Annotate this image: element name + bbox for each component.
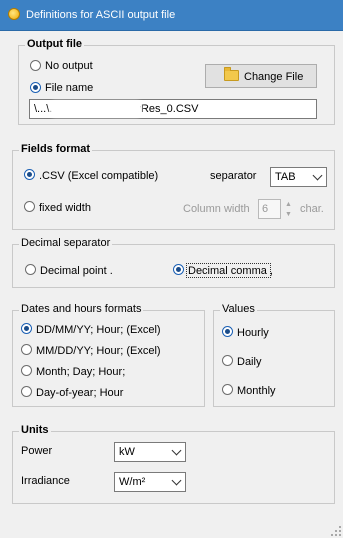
irradiance-select[interactable]: W/m²	[114, 472, 186, 492]
output-file-legend: Output file	[25, 38, 84, 50]
values-legend: Values	[220, 303, 257, 315]
chevron-down-icon	[171, 445, 182, 456]
app-sun-icon	[8, 8, 20, 20]
decimal-separator-legend: Decimal separator	[19, 237, 113, 249]
separator-label: separator	[210, 170, 257, 182]
values-radio-hourly[interactable]	[222, 326, 233, 337]
chevron-down-icon	[312, 170, 323, 181]
date-format-radio-ddmmyy[interactable]	[21, 323, 32, 334]
fields-format-legend: Fields format	[19, 143, 93, 155]
folder-icon	[224, 67, 239, 81]
fixed-width-radio[interactable]	[24, 201, 35, 212]
change-file-button[interactable]: Change File	[205, 64, 317, 88]
decimal-point-radio[interactable]	[25, 264, 36, 275]
irradiance-label: Irradiance	[21, 475, 70, 487]
power-label: Power	[21, 445, 53, 457]
file-name-label[interactable]: File name	[45, 82, 93, 94]
spin-down-icon[interactable]: ▼	[285, 211, 292, 218]
resize-grip-icon[interactable]	[331, 526, 341, 536]
window-title: Definitions for ASCII output file	[26, 9, 176, 21]
date-format-label-day-of-year[interactable]: Day-of-year; Hour	[36, 387, 123, 399]
fixed-width-label[interactable]: fixed width	[39, 202, 91, 214]
file-name-radio[interactable]	[30, 82, 41, 93]
csv-label[interactable]: .CSV (Excel compatible)	[39, 170, 158, 182]
separator-select[interactable]: TAB	[270, 167, 327, 187]
decimal-comma-label[interactable]: Decimal comma ,	[188, 265, 273, 277]
values-label-daily[interactable]: Daily	[237, 356, 261, 368]
char-label: char.	[300, 203, 324, 215]
date-format-radio-month-day[interactable]	[21, 365, 32, 376]
date-format-radio-day-of-year[interactable]	[21, 386, 32, 397]
values-radio-daily[interactable]	[222, 355, 233, 366]
spin-up-icon[interactable]: ▲	[285, 201, 292, 208]
separator-value: TAB	[275, 171, 296, 183]
date-format-label-mmddyy[interactable]: MM/DD/YY; Hour; (Excel)	[36, 345, 161, 357]
file-name-input[interactable]: \...\...ject_VC3_HourlyRes_0.CSV	[29, 99, 317, 119]
power-select[interactable]: kW	[114, 442, 186, 462]
values-label-monthly[interactable]: Monthly	[237, 385, 276, 397]
fields-format-group: Fields format	[12, 143, 335, 230]
dates-formats-legend: Dates and hours formats	[19, 303, 144, 315]
power-value: kW	[119, 446, 135, 458]
date-format-radio-mmddyy[interactable]	[21, 344, 32, 355]
irradiance-value: W/m²	[119, 476, 146, 488]
no-output-label[interactable]: No output	[45, 60, 93, 72]
column-width-label: Column width	[183, 203, 250, 215]
date-format-label-month-day[interactable]: Month; Day; Hour;	[36, 366, 125, 378]
decimal-comma-radio[interactable]	[173, 264, 184, 275]
chevron-down-icon	[171, 475, 182, 486]
redaction-blur	[52, 103, 140, 115]
values-radio-monthly[interactable]	[222, 384, 233, 395]
no-output-radio[interactable]	[30, 60, 41, 71]
values-label-hourly[interactable]: Hourly	[237, 327, 269, 339]
date-format-label-ddmmyy[interactable]: DD/MM/YY; Hour; (Excel)	[36, 324, 161, 336]
column-width-value: 6	[262, 203, 269, 215]
units-legend: Units	[19, 424, 51, 436]
csv-radio[interactable]	[24, 169, 35, 180]
column-width-input[interactable]: 6	[258, 199, 281, 219]
change-file-label: Change File	[244, 71, 304, 83]
title-bar: Definitions for ASCII output file	[0, 0, 343, 31]
decimal-point-label[interactable]: Decimal point .	[40, 265, 113, 277]
